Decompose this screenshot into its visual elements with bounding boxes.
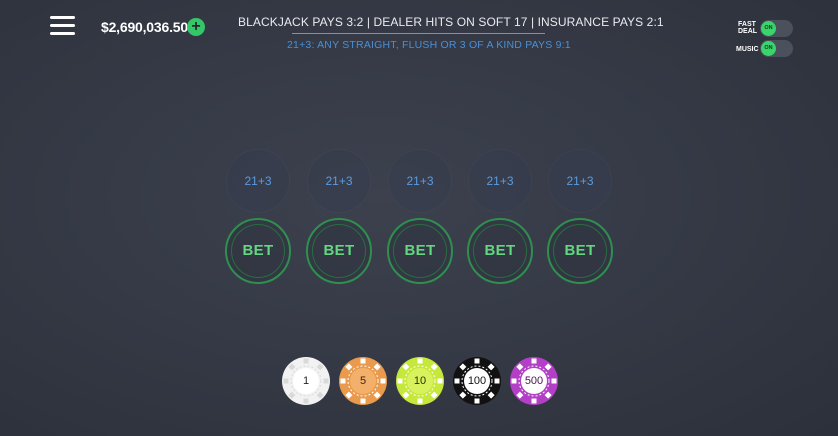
- menu-icon[interactable]: [50, 16, 75, 38]
- rules-divider: [292, 33, 545, 34]
- chip-edge-mark: [531, 398, 537, 404]
- table-rules: BLACKJACK PAYS 3:2 | DEALER HITS ON SOFT…: [238, 15, 664, 29]
- chip-edge-mark: [397, 378, 403, 384]
- sidebet-spot-1[interactable]: 21+3: [227, 150, 289, 212]
- chip-value: 500: [521, 368, 547, 394]
- bet-label: BET: [404, 242, 436, 259]
- chip-edge-mark: [340, 378, 346, 384]
- chip-value: 5: [350, 368, 376, 394]
- bet-spot-3[interactable]: BET: [387, 218, 453, 284]
- chip-edge-mark: [303, 358, 309, 364]
- sidebet-spot-4[interactable]: 21+3: [469, 150, 531, 212]
- chip-edge-mark: [360, 398, 366, 404]
- music-toggle[interactable]: ON: [760, 40, 793, 57]
- chip-value: 1: [293, 368, 319, 394]
- fast-deal-toggle-knob: ON: [761, 21, 776, 36]
- chip-500[interactable]: 500: [510, 357, 558, 405]
- chip-edge-mark: [474, 358, 480, 364]
- bet-spot-4[interactable]: BET: [467, 218, 533, 284]
- chip-edge-mark: [380, 378, 386, 384]
- chip-edge-mark: [437, 378, 443, 384]
- bet-label: BET: [484, 242, 516, 259]
- chip-edge-mark: [323, 378, 329, 384]
- chip-1[interactable]: 1: [282, 357, 330, 405]
- chip-100[interactable]: 100: [453, 357, 501, 405]
- chip-edge-mark: [494, 378, 500, 384]
- bet-spot-1[interactable]: BET: [225, 218, 291, 284]
- chip-edge-mark: [511, 378, 517, 384]
- balance: $2,690,036.50: [101, 19, 188, 35]
- chip-edge-mark: [417, 358, 423, 364]
- bet-label: BET: [242, 242, 274, 259]
- chip-edge-mark: [551, 378, 557, 384]
- sidebet-spot-2[interactable]: 21+3: [308, 150, 370, 212]
- chip-edge-mark: [531, 358, 537, 364]
- sidebet-rule: 21+3: ANY STRAIGHT, FLUSH OR 3 OF A KIND…: [287, 39, 571, 51]
- chip-edge-mark: [454, 378, 460, 384]
- fast-deal-label: FAST DEAL: [738, 21, 758, 35]
- chip-edge-mark: [360, 358, 366, 364]
- bet-label: BET: [323, 242, 355, 259]
- chip-edge-mark: [303, 398, 309, 404]
- bet-label: BET: [564, 242, 596, 259]
- music-label: MUSIC: [736, 46, 759, 53]
- chip-value: 100: [464, 368, 490, 394]
- chip-edge-mark: [417, 398, 423, 404]
- sidebet-spot-3[interactable]: 21+3: [389, 150, 451, 212]
- chip-5[interactable]: 5: [339, 357, 387, 405]
- bet-spot-5[interactable]: BET: [547, 218, 613, 284]
- sidebet-spot-5[interactable]: 21+3: [549, 150, 611, 212]
- chip-edge-mark: [283, 378, 289, 384]
- chip-value: 10: [407, 368, 433, 394]
- fast-deal-toggle[interactable]: ON: [760, 20, 793, 37]
- music-toggle-knob: ON: [761, 41, 776, 56]
- bet-spot-2[interactable]: BET: [306, 218, 372, 284]
- chip-10[interactable]: 10: [396, 357, 444, 405]
- chip-edge-mark: [474, 398, 480, 404]
- add-funds-button[interactable]: +: [187, 18, 205, 36]
